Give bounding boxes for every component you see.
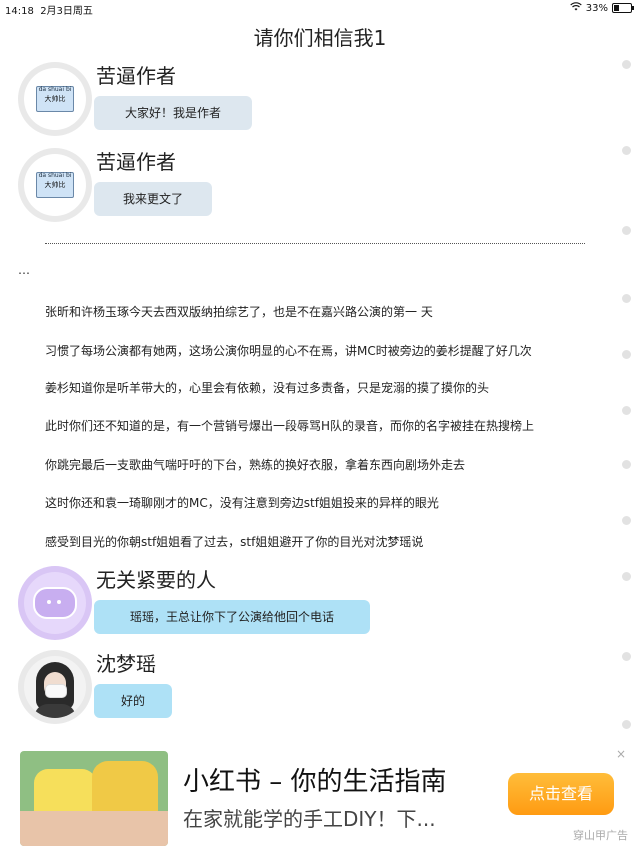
name-card-icon: da shuai bi 大帅比 [36, 172, 74, 198]
ad-title[interactable]: 小红书 – 你的生活指南 [183, 761, 447, 798]
dotted-divider [45, 243, 585, 244]
scroll-dot [622, 60, 631, 69]
avatar[interactable] [18, 566, 92, 640]
narration-paragraph: 张昕和许杨玉琢今天去西双版纳拍综艺了，也是不在嘉兴路公演的第一 天 [45, 305, 433, 319]
narration-paragraph: 你跳完最后一支歌曲气喘吁吁的下台，熟练的换好衣服，拿着东西向剧场外走去 [45, 458, 466, 472]
status-date: 2月3日周五 [40, 6, 93, 17]
status-right: 33% [570, 2, 634, 14]
narration-paragraph: 姜杉知道你是听羊带大的，心里会有依赖，没有过多责备，只是宠溺的摸了摸你的头 [45, 381, 490, 395]
name-card-icon: da shuai bi 大帅比 [36, 86, 74, 112]
avatar[interactable]: da shuai bi 大帅比 [18, 62, 92, 136]
scroll-dot [622, 294, 631, 303]
sender-name: 无关紧要的人 [96, 568, 216, 592]
chat-bubble[interactable]: 我来更文了 [94, 182, 212, 216]
close-icon[interactable]: × [616, 747, 626, 761]
ad-image[interactable] [20, 751, 168, 846]
scroll-dot [622, 350, 631, 359]
page-title: 请你们相信我1 [253, 26, 387, 50]
avatar-label-small: da shuai bi [38, 86, 72, 93]
sender-name: 沈梦瑶 [96, 652, 156, 676]
scroll-dot [622, 460, 631, 469]
sender-name: 苦逼作者 [96, 150, 176, 174]
avatar-label-small: da shuai bi [38, 172, 72, 179]
narration-paragraph: 习惯了每场公演都有她两，这场公演你明显的心不在焉，讲MC时被旁边的姜杉提醒了好几… [45, 344, 532, 358]
chat-bubble[interactable]: 好的 [94, 684, 172, 718]
avatar[interactable] [18, 650, 92, 724]
ad-banner[interactable]: × 小红书 – 你的生活指南 在家就能学的手工DIY！下... 点击查看 穿山甲… [0, 743, 640, 853]
narration-paragraph: 这时你还和袁一琦聊刚才的MC，没有注意到旁边stf姐姐投来的异样的眼光 [45, 496, 439, 510]
scroll-dot [622, 146, 631, 155]
chat-bubble[interactable]: 大家好！我是作者 [94, 96, 252, 130]
avatar-label-big: 大帅比 [44, 180, 66, 189]
ad-subtitle[interactable]: 在家就能学的手工DIY！下... [183, 803, 436, 832]
scroll-dot [622, 720, 631, 729]
status-time: 14:18 [5, 6, 34, 17]
scroll-dot [622, 516, 631, 525]
narration-paragraph: 此时你们还不知道的是，有一个营销号爆出一段辱骂H队的录音，而你的名字被挂在热搜榜… [45, 419, 535, 433]
scroll-dot [622, 652, 631, 661]
ad-tag: 穿山甲广告 [573, 829, 628, 842]
chat-bubble[interactable]: 瑶瑶，王总让你下了公演给他回个电话 [94, 600, 370, 634]
wifi-icon [570, 2, 582, 14]
status-bar: 14:18 2月3日周五 33% [0, 0, 640, 17]
ad-view-button[interactable]: 点击查看 [508, 773, 614, 815]
scroll-dot [622, 226, 631, 235]
avatar-label-big: 大帅比 [44, 94, 66, 103]
battery-percent: 33% [585, 2, 608, 14]
scroll-dot [622, 406, 631, 415]
sender-name: 苦逼作者 [96, 64, 176, 88]
status-time-date: 14:18 2月3日周五 [5, 2, 93, 17]
narration-paragraph: 感受到目光的你朝stf姐姐看了过去，stf姐姐避开了你的目光对沈梦瑶说 [45, 535, 424, 549]
scroll-dot [622, 572, 631, 581]
ellipsis: … [18, 263, 30, 277]
battery-icon [612, 3, 634, 13]
cloud-avatar-icon [33, 587, 77, 619]
avatar[interactable]: da shuai bi 大帅比 [18, 148, 92, 222]
profile-photo [24, 656, 86, 718]
